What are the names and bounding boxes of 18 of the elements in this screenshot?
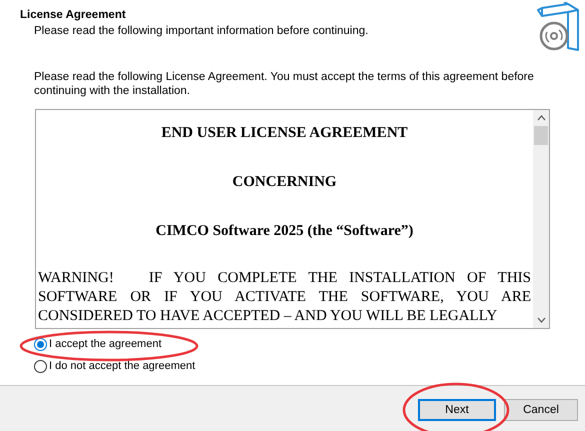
- scroll-up-icon[interactable]: [536, 115, 546, 121]
- radio-button[interactable]: [34, 360, 47, 373]
- page-subtitle: Please read the following important information before continuing.: [33, 24, 368, 39]
- radio-button[interactable]: [34, 338, 47, 351]
- instruction-text: Please read the following License Agreement. You must accept the terms of this agreement before continuing with the installation.: [34, 70, 535, 98]
- scroll-down-icon[interactable]: [536, 317, 546, 323]
- dialog-button[interactable]: Cancel: [504, 399, 578, 421]
- radio-option[interactable]: I accept the agreement: [34, 338, 551, 351]
- license-heading: END USER LICENSE AGREEMENT: [160, 124, 409, 143]
- scrollbar[interactable]: [533, 110, 549, 328]
- license-heading: CONCERNING: [231, 173, 338, 192]
- page-title: License Agreement: [20, 8, 127, 23]
- scroll-thumb[interactable]: [534, 126, 548, 145]
- license-heading: CIMCO Software 2025 (the “Software”): [154, 222, 414, 241]
- license-text-box[interactable]: [35, 109, 550, 329]
- radio-option[interactable]: I do not accept the agreement: [34, 360, 551, 373]
- dialog-button[interactable]: Next: [418, 399, 496, 421]
- license-paragraph: WARNING! IF YOU COMPLETE THE INSTALLATION OF THIS SOFTWARE OR IF YOU ACTIVATE THE SOFTWARE, YOU ARE CONSIDERED TO HAVE ACCEPTED – AND YOU WILL BE LEGALLY: [38, 269, 531, 326]
